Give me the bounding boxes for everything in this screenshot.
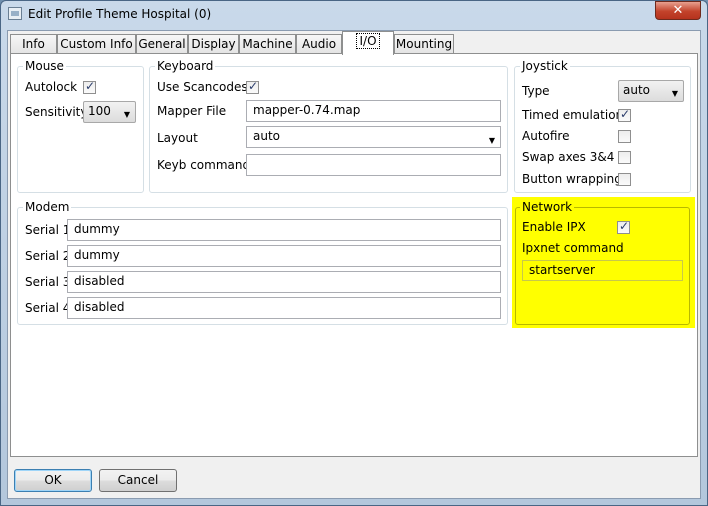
tab-audio[interactable]: Audio — [296, 34, 342, 54]
swap-axes-checkbox[interactable] — [618, 151, 631, 164]
modem-group-title: Modem — [23, 200, 72, 214]
serial-4-input[interactable]: disabled — [67, 297, 501, 319]
serial-2-input[interactable]: dummy — [67, 245, 501, 267]
mouse-group-title: Mouse — [23, 59, 66, 73]
layout-value: auto — [253, 129, 281, 143]
chevron-down-icon: ▼ — [123, 110, 130, 119]
tab-info[interactable]: Info — [10, 34, 57, 54]
joystick-type-select[interactable]: auto ▼ — [618, 80, 684, 102]
ipxnet-command-input[interactable]: startserver — [522, 260, 683, 281]
ok-button[interactable]: OK — [14, 469, 92, 492]
close-button[interactable]: ✕ — [655, 1, 701, 20]
chevron-down-icon: ▼ — [671, 89, 678, 98]
autofire-checkbox[interactable] — [618, 130, 631, 143]
timed-emulation-label: Timed emulation — [522, 108, 624, 122]
tab-display[interactable]: Display — [188, 34, 239, 54]
window-title: Edit Profile Theme Hospital (0) — [28, 7, 212, 21]
mapper-file-input[interactable]: mapper-0.74.map — [246, 100, 501, 122]
serial-4-label: Serial 4 — [25, 301, 71, 315]
ipxnet-command-label: Ipxnet command — [522, 241, 624, 255]
app-icon — [8, 7, 22, 20]
keyb-command-input[interactable] — [246, 154, 501, 176]
use-scancodes-checkbox[interactable] — [246, 79, 259, 94]
keyboard-group-title: Keyboard — [155, 59, 216, 73]
serial-1-input[interactable]: dummy — [67, 219, 501, 241]
tab-mounting[interactable]: Mounting — [394, 34, 454, 54]
layout-label: Layout — [157, 131, 198, 145]
joystick-type-label: Type — [522, 84, 550, 98]
sensitivity-select[interactable]: 100 ▼ — [83, 101, 136, 123]
joystick-type-value: auto — [623, 83, 651, 97]
mapper-file-label: Mapper File — [157, 104, 227, 118]
autofire-label: Autofire — [522, 129, 570, 143]
layout-select[interactable]: auto ▼ — [246, 126, 501, 148]
tab-machine[interactable]: Machine — [239, 34, 296, 54]
use-scancodes-label: Use Scancodes — [157, 80, 248, 94]
joystick-group-title: Joystick — [520, 59, 570, 73]
keyb-command-label: Keyb command — [157, 158, 251, 172]
timed-emulation-checkbox[interactable] — [618, 107, 631, 122]
swap-axes-label: Swap axes 3&4 — [522, 150, 615, 164]
network-group-title: Network — [520, 200, 575, 214]
close-icon: ✕ — [672, 3, 684, 18]
tab-io[interactable]: I/O — [342, 31, 394, 55]
cancel-button[interactable]: Cancel — [99, 469, 177, 492]
chevron-down-icon: ▼ — [488, 136, 495, 145]
serial-3-label: Serial 3 — [25, 275, 71, 289]
tab-general[interactable]: General — [136, 34, 188, 54]
serial-2-label: Serial 2 — [25, 249, 71, 263]
sensitivity-value: 100 — [88, 104, 111, 118]
serial-3-input[interactable]: disabled — [67, 271, 501, 293]
tab-custom-info[interactable]: Custom Info — [57, 34, 136, 54]
button-wrapping-checkbox[interactable] — [618, 173, 631, 186]
button-wrapping-label: Button wrapping — [522, 172, 622, 186]
autolock-label: Autolock — [25, 80, 78, 94]
enable-ipx-checkbox[interactable] — [617, 219, 630, 234]
sensitivity-label: Sensitivity — [25, 105, 88, 119]
enable-ipx-label: Enable IPX — [522, 220, 586, 234]
autolock-checkbox[interactable] — [83, 79, 96, 94]
serial-1-label: Serial 1 — [25, 223, 71, 237]
